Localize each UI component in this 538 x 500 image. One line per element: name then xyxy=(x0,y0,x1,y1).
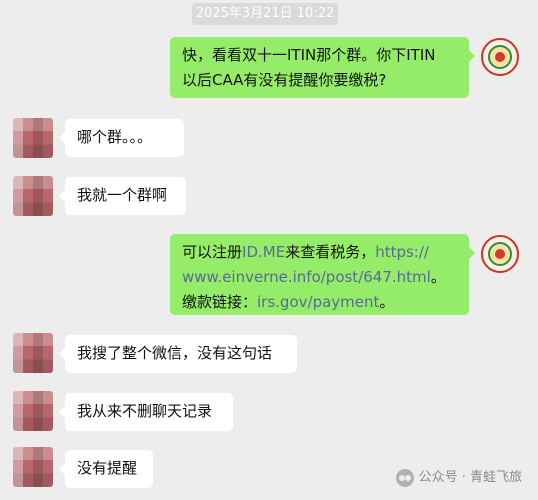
chat-bubble-incoming[interactable]: 我从来不删聊天记录 xyxy=(59,393,233,431)
contact-avatar-icon[interactable] xyxy=(13,447,53,487)
message-text-line: 可以注册ID.ME来查看税务，https:// xyxy=(182,240,457,265)
einverne-link[interactable]: https:// xyxy=(375,243,429,261)
message-text-line: 缴款链接：irs.gov/payment。 xyxy=(182,290,457,315)
message-text-line: www.einverne.info/post/647.html。 xyxy=(182,265,457,290)
message-text-line: 以后CAA有没有提醒你要缴税? xyxy=(182,71,387,89)
self-avatar-icon[interactable] xyxy=(481,38,519,76)
watermark: 公众号 · 青蛙飞旅 xyxy=(395,467,522,489)
contact-avatar-icon[interactable] xyxy=(13,176,53,216)
chat-bubble-outgoing[interactable]: 可以注册ID.ME来查看税务，https:// www.einverne.inf… xyxy=(170,234,475,315)
contact-avatar-icon[interactable] xyxy=(13,118,53,158)
id-me-link[interactable]: ID.ME xyxy=(242,243,285,261)
message-text: 缴款链接： xyxy=(182,293,258,311)
message-text: 可以注册 xyxy=(182,243,243,261)
chat-bubble-incoming[interactable]: 我就一个群啊 xyxy=(59,177,186,215)
chat-bubble-incoming[interactable]: 哪个群。。。 xyxy=(59,119,184,157)
watermark-text: 公众号 · 青蛙飞旅 xyxy=(418,470,522,485)
message-text: 。 xyxy=(430,268,446,286)
message-text-line: 快，看看双十一ITIN那个群。你下ITIN xyxy=(182,46,436,64)
self-avatar-icon[interactable] xyxy=(481,235,519,273)
chat-bubble-incoming[interactable]: 我搜了整个微信，没有这句话 xyxy=(59,335,297,373)
message-timestamp: 2025年3月21日 10:22 xyxy=(192,3,338,25)
contact-avatar-icon[interactable] xyxy=(13,333,53,373)
official-account-icon xyxy=(395,469,414,487)
contact-avatar-icon[interactable] xyxy=(13,391,53,431)
message-text: 。 xyxy=(379,293,395,311)
irs-payment-link[interactable]: irs.gov/payment xyxy=(257,293,379,311)
chat-bubble-outgoing[interactable]: 快，看看双十一ITIN那个群。你下ITIN 以后CAA有没有提醒你要缴税? xyxy=(170,37,475,98)
einverne-link[interactable]: www.einverne.info/post/647.html xyxy=(182,268,431,286)
chat-bubble-incoming[interactable]: 没有提醒 xyxy=(59,450,153,488)
message-text: 来查看税务， xyxy=(285,243,376,261)
